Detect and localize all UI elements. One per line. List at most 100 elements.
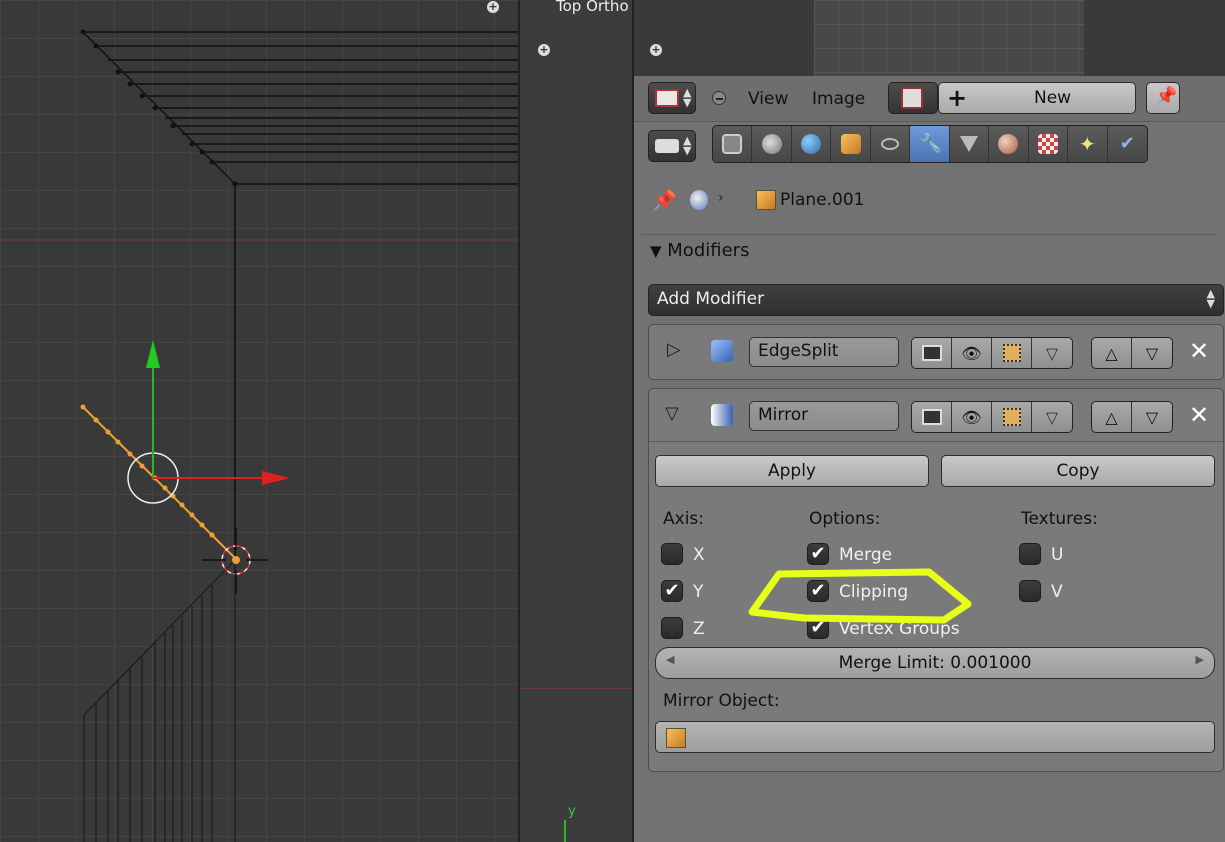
wrench-icon: 🔧 (919, 133, 942, 154)
new-image-button[interactable]: + New (938, 82, 1136, 114)
area-split-plus-icon[interactable]: + (487, 1, 499, 13)
cage-toggle[interactable]: ▽ (1032, 402, 1072, 432)
collapse-menu-icon[interactable] (712, 91, 726, 105)
cage-toggle[interactable]: ▽ (1032, 338, 1072, 368)
up-down-arrows-icon: ▲ ▼ (683, 134, 692, 157)
down-arrow-icon: ▽ (1145, 343, 1159, 363)
x-axis-line (520, 688, 632, 689)
mirror-object-label: Mirror Object: (663, 691, 780, 711)
axis-y-checkbox[interactable]: ✔ (661, 580, 683, 602)
tab-object[interactable] (831, 126, 871, 162)
menu-view[interactable]: View (748, 89, 788, 109)
editor-type-button-properties[interactable]: ▲ ▼ (648, 130, 696, 162)
camera-icon (921, 409, 942, 425)
chevron-right-icon: › (718, 190, 724, 206)
texture-u-checkbox[interactable] (1019, 543, 1041, 565)
3d-viewport[interactable]: + (0, 0, 518, 842)
pin-image-button[interactable]: 📌 (1146, 82, 1180, 114)
up-arrow-icon: △ (1105, 407, 1118, 427)
merge-checkbox[interactable]: ✔ (807, 543, 829, 565)
tab-data[interactable] (950, 126, 990, 162)
physics-icon: ✔ (1119, 133, 1135, 154)
mesh-data-icon (959, 136, 978, 152)
render-toggle[interactable] (912, 338, 952, 368)
editmode-toggle[interactable] (992, 402, 1032, 432)
material-sphere-icon (998, 134, 1019, 154)
y-axis-arrow (146, 340, 160, 368)
modifiers-panel-header[interactable]: ▼ Modifiers (650, 240, 749, 261)
edgesplit-move-buttons: △ ▽ (1091, 337, 1173, 369)
merge-limit-slider[interactable]: ◀ Merge Limit: 0.001000 ▶ (655, 647, 1215, 679)
textures-label: Textures: (1021, 509, 1098, 529)
mirror-modifier: ▽ Mirror 👁 ▽ △ ▽ ✕ Apply Copy Axis: Opti… (648, 388, 1224, 772)
camera-icon (722, 134, 743, 154)
axis-z-label: Z (693, 619, 705, 639)
edgesplit-modifier: ▷ EdgeSplit 👁 ▽ △ ▽ ✕ (648, 324, 1224, 380)
tab-material[interactable] (989, 126, 1029, 162)
move-down-button[interactable]: ▽ (1132, 338, 1172, 368)
editor-type-button[interactable]: ▲ ▼ (648, 82, 696, 114)
tab-constraints[interactable] (871, 126, 911, 162)
close-icon[interactable]: ✕ (1189, 401, 1209, 429)
up-down-arrows-icon: ▲ ▼ (1206, 287, 1215, 310)
slider-left-arrow-icon[interactable]: ◀ (666, 653, 674, 666)
tab-render[interactable] (713, 126, 753, 162)
add-modifier-dropdown[interactable]: Add Modifier ▲ ▼ (648, 284, 1224, 316)
axis-x-checkbox[interactable] (661, 543, 683, 565)
realtime-toggle[interactable]: 👁 (952, 338, 992, 368)
area-split-plus-icon[interactable]: + (650, 44, 662, 56)
tab-texture[interactable] (1029, 126, 1069, 162)
axis-z-checkbox[interactable] (661, 617, 683, 639)
image-editor-icon (655, 89, 679, 107)
editmode-toggle[interactable] (992, 338, 1032, 368)
eye-icon: 👁 (961, 343, 982, 363)
move-down-button[interactable]: ▽ (1132, 402, 1172, 432)
uv-image-area[interactable]: + (632, 0, 1225, 76)
browse-image-button[interactable] (888, 82, 938, 114)
image-browse-icon (901, 87, 923, 109)
collapse-triangle-icon[interactable]: ▽ (665, 403, 679, 424)
vertex-groups-checkbox[interactable]: ✔ (807, 617, 829, 639)
realtime-toggle[interactable]: 👁 (952, 402, 992, 432)
image-editor-header: ▲ ▼ View Image + New 📌 (634, 76, 1225, 122)
viewport-title: Top Ortho (556, 0, 629, 15)
x-axis-arrow (262, 471, 290, 485)
area-split-plus-icon[interactable]: + (538, 44, 550, 56)
y-axis-indicator (564, 820, 566, 842)
expand-triangle-icon[interactable]: ▷ (667, 339, 681, 360)
properties-context-tabs: 🔧 ✦ ✔ (712, 125, 1148, 163)
options-label: Options: (809, 509, 881, 529)
tab-modifiers[interactable]: 🔧 (910, 126, 950, 162)
axis-label: Axis: (663, 509, 704, 529)
render-toggle[interactable] (912, 402, 952, 432)
texture-v-checkbox[interactable] (1019, 580, 1041, 602)
down-arrow-icon: ▽ (1145, 407, 1159, 427)
tab-render-layers[interactable] (752, 126, 792, 162)
close-icon[interactable]: ✕ (1189, 337, 1209, 365)
move-up-button[interactable]: △ (1092, 402, 1132, 432)
collapse-triangle-icon: ▼ (650, 242, 662, 260)
tab-world[interactable] (792, 126, 832, 162)
copy-button[interactable]: Copy (941, 455, 1215, 487)
properties-panel: ▲ ▼ View Image + New 📌 ▲ ▼ 🔧 ✦ ✔ 📌 › Pla… (632, 76, 1225, 842)
mirror-display-toggles: 👁 ▽ (911, 401, 1073, 433)
edgesplit-icon (711, 340, 733, 362)
tab-particles[interactable]: ✦ (1068, 126, 1108, 162)
mirror-name-field[interactable]: Mirror (749, 401, 899, 431)
camera-icon (921, 345, 942, 361)
menu-image[interactable]: Image (812, 89, 865, 109)
secondary-viewport[interactable]: Top Ortho + y (518, 0, 632, 842)
pin-icon[interactable]: 📌 (652, 188, 677, 212)
move-up-button[interactable]: △ (1092, 338, 1132, 368)
slider-right-arrow-icon[interactable]: ▶ (1196, 653, 1204, 666)
editmode-icon (1002, 408, 1021, 426)
edgesplit-display-toggles: 👁 ▽ (911, 337, 1073, 369)
vertex-groups-label: Vertex Groups (839, 619, 960, 639)
apply-button[interactable]: Apply (655, 455, 929, 487)
scene-icon (690, 190, 708, 210)
edgesplit-name-field[interactable]: EdgeSplit (749, 337, 899, 367)
clipping-checkbox[interactable]: ✔ (807, 580, 829, 602)
clipping-label: Clipping (839, 582, 909, 602)
mirror-object-field[interactable] (655, 721, 1215, 753)
tab-physics[interactable]: ✔ (1108, 126, 1147, 162)
